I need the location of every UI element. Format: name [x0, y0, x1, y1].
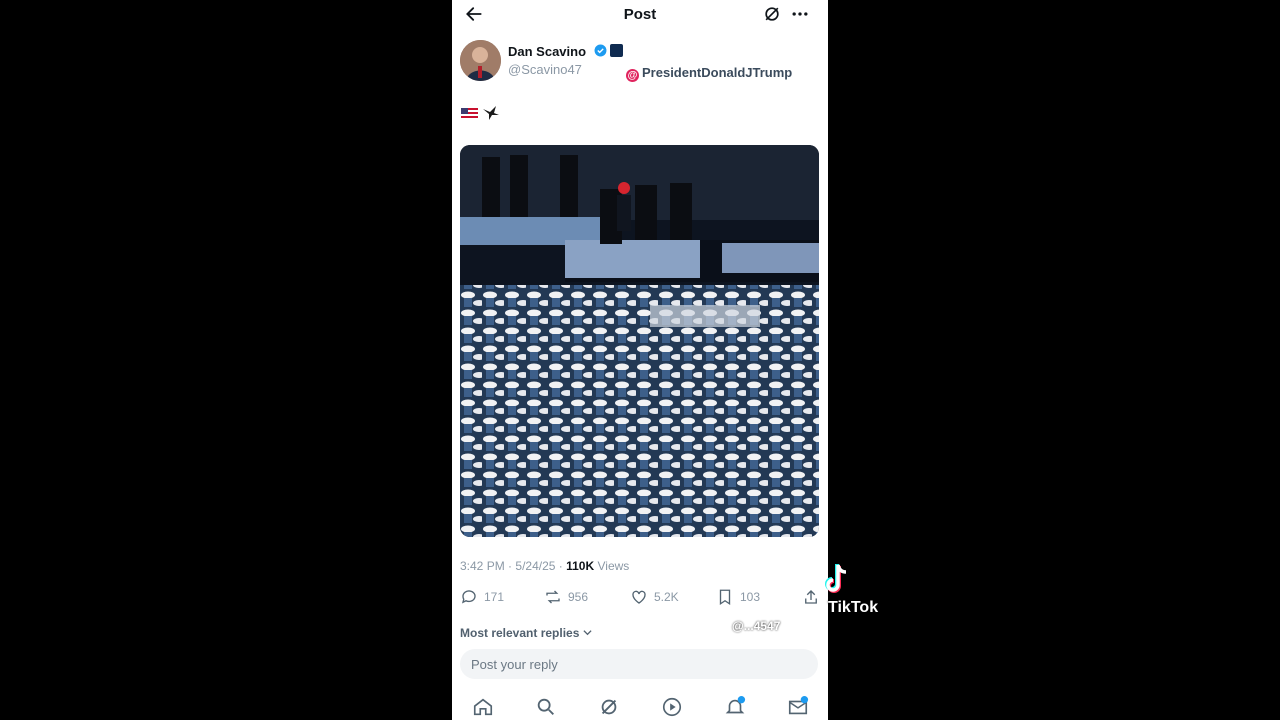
verified-badge-icon	[594, 44, 607, 57]
eagle-icon	[483, 106, 499, 120]
repost-count: 956	[568, 590, 589, 604]
reply-button[interactable]: 171	[460, 586, 504, 608]
mentioned-account[interactable]: @ PresidentDonaldJTrump	[626, 65, 792, 82]
like-button[interactable]: 5.2K	[630, 586, 679, 608]
affiliation-badge-icon[interactable]	[610, 44, 623, 57]
reply-count: 171	[484, 590, 505, 604]
reply-input[interactable]: Post your reply	[460, 649, 818, 679]
views-label: Views	[597, 559, 630, 573]
reply-icon	[461, 590, 476, 604]
messages-icon[interactable]	[787, 696, 809, 718]
reply-sort-label: Most relevant replies	[460, 626, 580, 640]
bookmark-count: 103	[740, 590, 761, 604]
more-options-icon[interactable]	[790, 4, 810, 24]
reply-sort-dropdown[interactable]: Most relevant replies	[460, 626, 592, 640]
like-count: 5.2K	[654, 590, 679, 604]
tiktok-brand: TikTok	[828, 599, 879, 616]
chevron-down-icon	[583, 630, 592, 636]
home-icon[interactable]	[472, 696, 494, 718]
reply-placeholder: Post your reply	[471, 657, 558, 672]
bookmark-icon	[719, 589, 731, 606]
heart-icon	[632, 590, 646, 604]
at-icon: @	[626, 69, 639, 82]
phone-screen: Post Dan Scavino @Scavino47 @ PresidentDo…	[452, 0, 828, 720]
repost-icon	[546, 590, 560, 604]
search-icon[interactable]	[535, 696, 557, 718]
meta-separator: ·	[558, 559, 563, 573]
author-avatar[interactable]	[460, 40, 501, 81]
post-image[interactable]	[460, 145, 819, 537]
tiktok-user-id: @...4547	[732, 619, 781, 633]
post-date: 5/24/25	[515, 559, 556, 573]
meta-separator: ·	[508, 559, 513, 573]
video-icon[interactable]	[661, 696, 683, 718]
grok-nav-icon[interactable]	[598, 696, 620, 718]
post-time: 3:42 PM	[460, 559, 505, 573]
action-bar: 171 956 5.2K 103	[452, 586, 828, 608]
notifications-icon[interactable]	[724, 696, 746, 718]
repost-button[interactable]: 956	[544, 586, 588, 608]
bottom-nav	[452, 690, 828, 720]
author-name[interactable]: Dan Scavino	[508, 44, 586, 59]
tiktok-logo-icon	[825, 564, 847, 593]
tiktok-watermark: TikTok @...4547	[732, 563, 878, 633]
flag-us-icon	[461, 108, 478, 120]
views-count: 110K	[566, 559, 595, 573]
bookmark-button[interactable]: 103	[716, 586, 760, 608]
mention-label: PresidentDonaldJTrump	[642, 65, 793, 80]
grok-icon[interactable]	[762, 4, 782, 24]
post-meta: 3:42 PM · 5/24/25 · 110K Views	[460, 559, 629, 573]
author-handle[interactable]: @Scavino47	[508, 62, 582, 77]
top-bar: Post	[452, 0, 828, 30]
